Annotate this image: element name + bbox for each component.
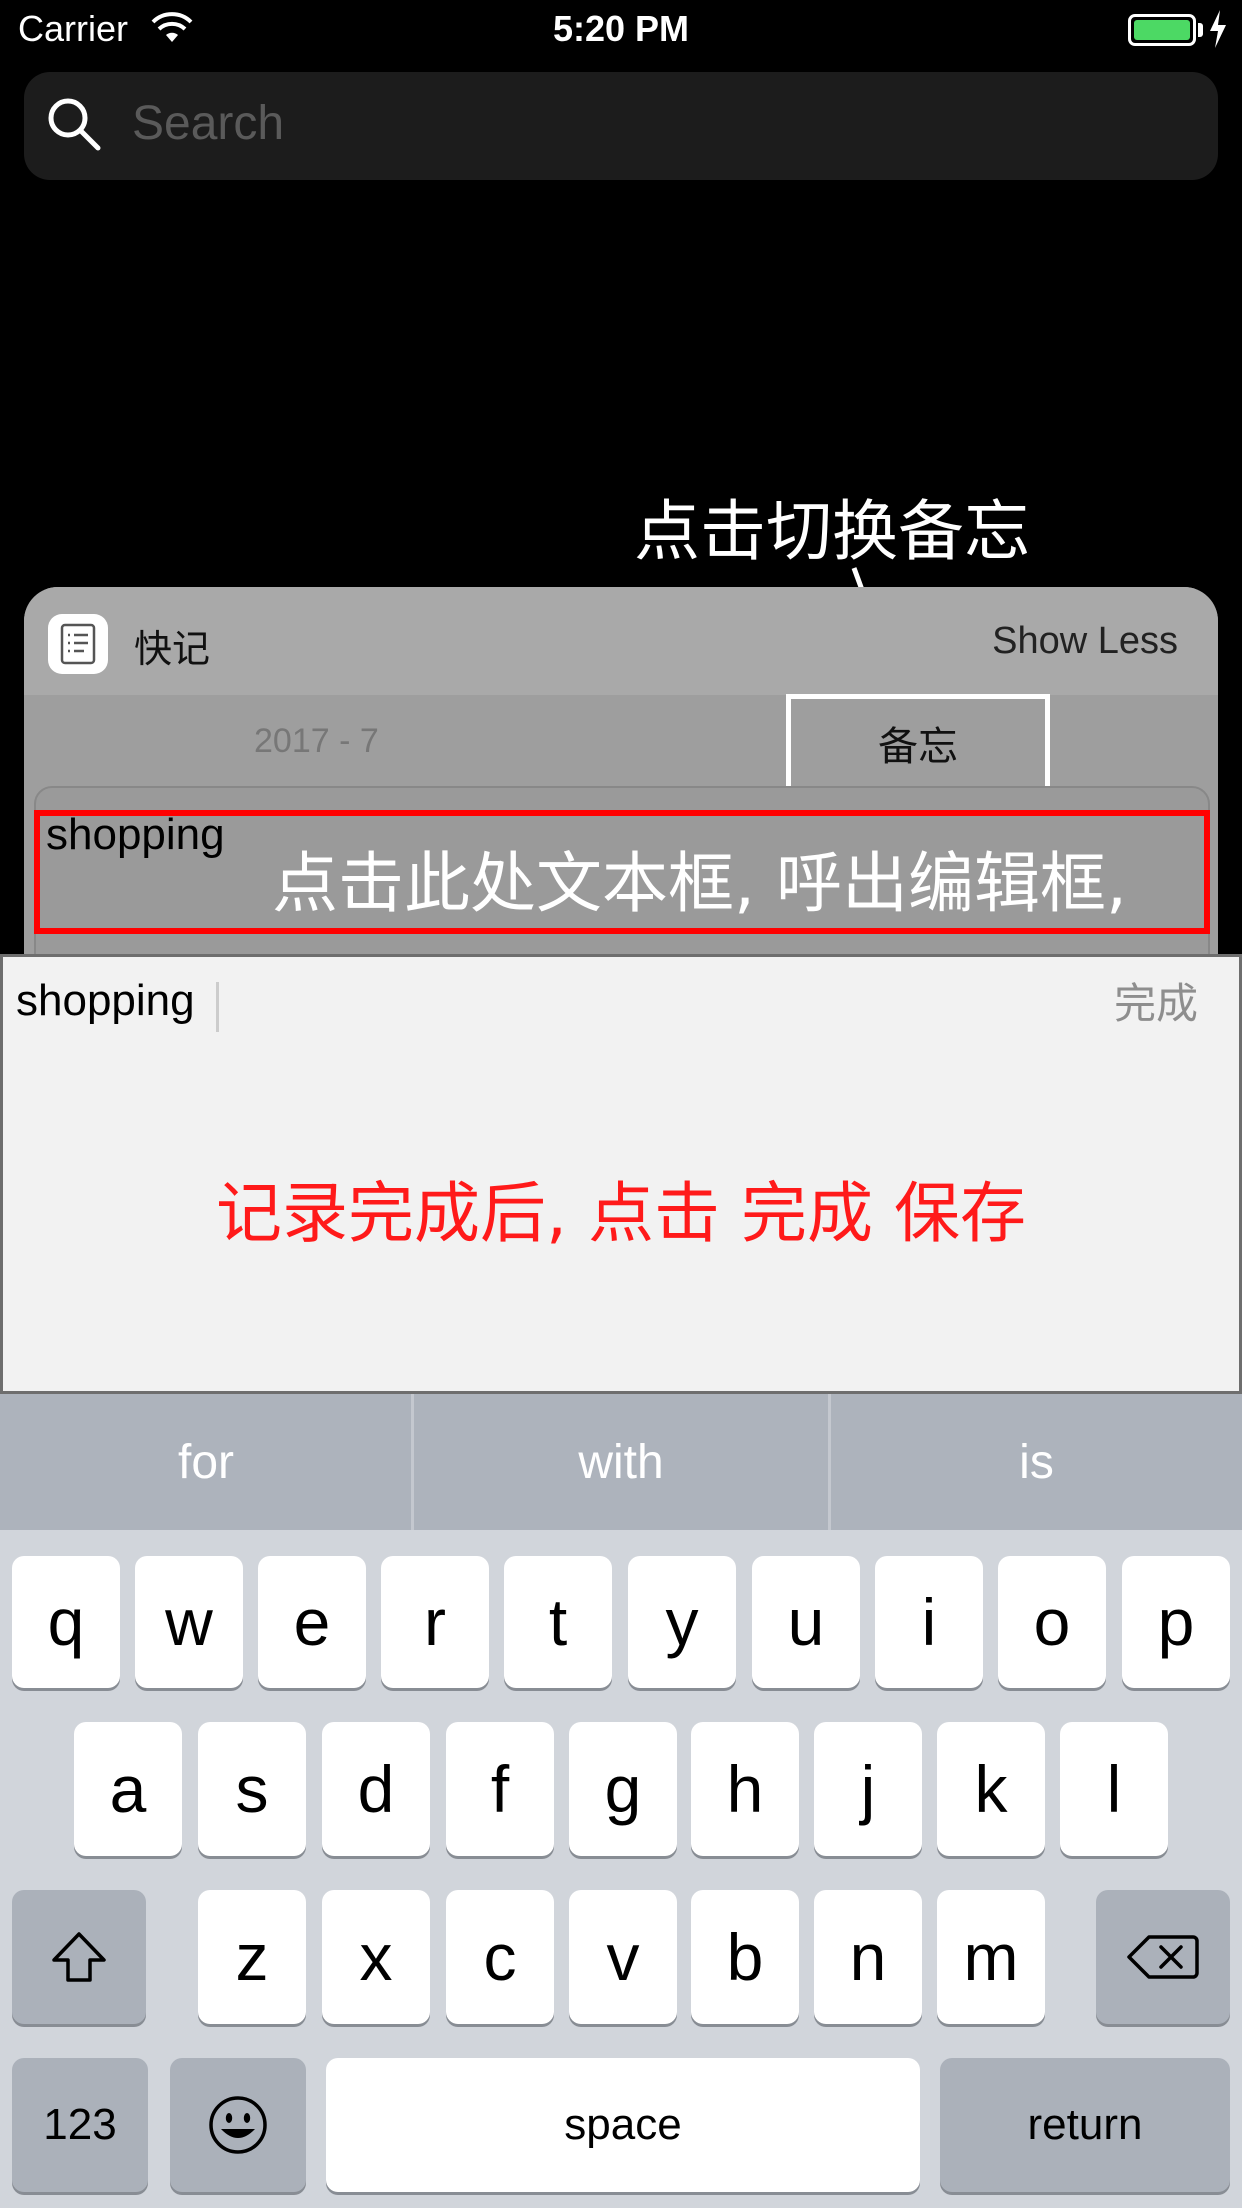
key-m[interactable]: m xyxy=(937,1890,1045,2024)
key-u[interactable]: u xyxy=(752,1556,860,1688)
annotation-tap-textbox: 点击此处文本框, 呼出编辑框, xyxy=(272,845,1127,922)
numbers-key[interactable]: 123 xyxy=(12,2058,148,2192)
key-c[interactable]: c xyxy=(446,1890,554,2024)
key-p[interactable]: p xyxy=(1122,1556,1230,1688)
memo-tab-button[interactable]: 备忘 xyxy=(786,694,1050,792)
shift-icon xyxy=(52,1932,106,1982)
key-y[interactable]: y xyxy=(628,1556,736,1688)
annotation-save-hint: 记录完成后, 点击 完成 保存 xyxy=(216,1175,1026,1252)
prediction-3[interactable]: is xyxy=(831,1394,1242,1530)
key-r[interactable]: r xyxy=(381,1556,489,1688)
space-key[interactable]: space xyxy=(326,2058,920,2192)
emoji-key[interactable] xyxy=(170,2058,306,2192)
shift-key[interactable] xyxy=(12,1890,146,2024)
search-icon xyxy=(48,98,101,151)
key-n[interactable]: n xyxy=(814,1890,922,2024)
key-s[interactable]: s xyxy=(198,1722,306,1856)
key-v[interactable]: v xyxy=(569,1890,677,2024)
key-k[interactable]: k xyxy=(937,1722,1045,1856)
charging-bolt-icon xyxy=(1210,10,1226,48)
key-g[interactable]: g xyxy=(569,1722,677,1856)
key-o[interactable]: o xyxy=(998,1556,1106,1688)
key-t[interactable]: t xyxy=(504,1556,612,1688)
annotation-switch-memo: 点击切换备忘 xyxy=(634,493,1030,570)
backspace-icon xyxy=(1127,1935,1199,1979)
key-e[interactable]: e xyxy=(258,1556,366,1688)
search-input[interactable]: Search xyxy=(132,96,284,151)
battery-tip xyxy=(1198,23,1203,37)
key-h[interactable]: h xyxy=(691,1722,799,1856)
editor-text-input[interactable]: shopping xyxy=(16,976,195,1026)
done-button[interactable]: 完成 xyxy=(1114,970,1198,1031)
return-key[interactable]: return xyxy=(940,2058,1230,2192)
show-less-button[interactable]: Show Less xyxy=(992,620,1178,663)
key-q[interactable]: q xyxy=(12,1556,120,1688)
key-j[interactable]: j xyxy=(814,1722,922,1856)
app-name: 快记 xyxy=(134,627,211,671)
key-d[interactable]: d xyxy=(322,1722,430,1856)
key-w[interactable]: w xyxy=(135,1556,243,1688)
screen: Carrier 5:20 PM Search 点击切换备忘 快记 Show Le… xyxy=(0,0,1242,2208)
prediction-1[interactable]: for xyxy=(0,1394,412,1530)
key-a[interactable]: a xyxy=(74,1722,182,1856)
key-x[interactable]: x xyxy=(322,1890,430,2024)
date-tab[interactable]: 2017 - 7 xyxy=(254,722,379,761)
key-z[interactable]: z xyxy=(198,1890,306,2024)
key-f[interactable]: f xyxy=(446,1722,554,1856)
text-cursor xyxy=(216,982,219,1032)
key-b[interactable]: b xyxy=(691,1890,799,2024)
key-i[interactable]: i xyxy=(875,1556,983,1688)
status-time: 5:20 PM xyxy=(552,8,690,49)
emoji-icon xyxy=(209,2096,267,2154)
battery-icon xyxy=(1128,14,1196,46)
notes-app-icon xyxy=(48,614,108,674)
delete-key[interactable] xyxy=(1096,1890,1230,2024)
key-l[interactable]: l xyxy=(1060,1722,1168,1856)
prediction-2[interactable]: with xyxy=(414,1394,828,1530)
